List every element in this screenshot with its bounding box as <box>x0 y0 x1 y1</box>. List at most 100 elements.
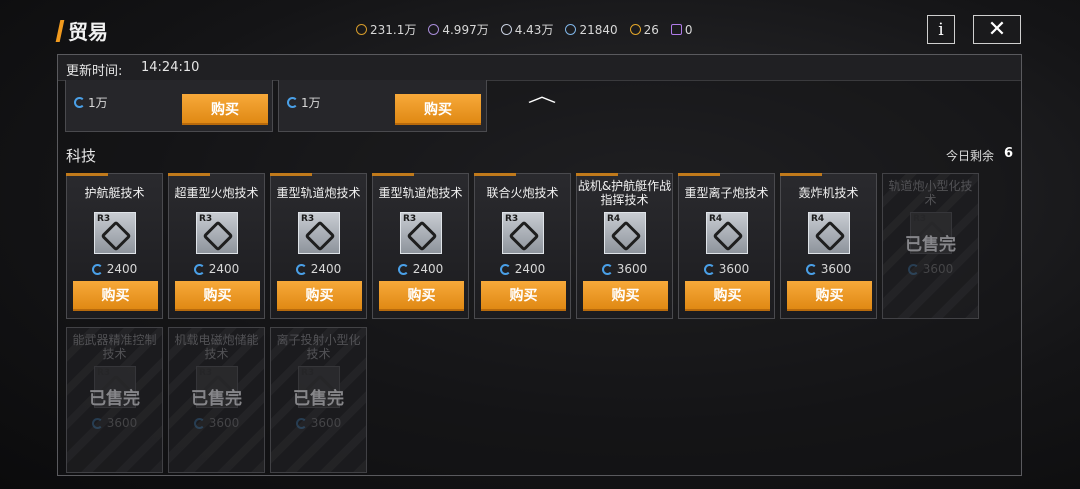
prev-item-card: 1万 购买 <box>65 80 273 132</box>
tier-badge: R4 <box>607 214 621 224</box>
tech-card-sold: 机载电磁炮储能技术 R3 已售完 3600 <box>168 327 265 473</box>
tech-card: 轰炸机技术 R4 3600 购买 <box>780 173 877 319</box>
tier-badge: R3 <box>97 214 111 224</box>
tech-card: 战机&护航艇作战指挥技术 R4 3600 购买 <box>576 173 673 319</box>
buy-button[interactable]: 购买 <box>481 281 566 311</box>
tech-name: 护航艇技术 <box>84 186 145 200</box>
sold-out-label: 已售完 <box>191 389 242 409</box>
purple-coin-icon <box>428 24 440 35</box>
currency-2[interactable]: 4.997万 <box>428 21 489 38</box>
tech-card: 联合火炮技术 R3 2400 购买 <box>474 173 571 319</box>
page-title: 贸易 <box>68 20 108 44</box>
tech-price: 2400 <box>271 262 366 276</box>
tech-card: 护航艇技术 R3 2400 购买 <box>66 173 163 319</box>
blue-ring-icon <box>805 263 817 275</box>
bomber-tech-icon <box>814 220 846 252</box>
card-accent <box>372 173 414 176</box>
tier-badge: R3 <box>97 368 111 378</box>
tech-icon-box[interactable]: R3 <box>94 212 136 254</box>
buy-button[interactable]: 购买 <box>73 281 158 311</box>
tier-badge: R3 <box>301 214 315 224</box>
tech-price: 3600 <box>169 416 264 430</box>
info-button[interactable]: i <box>927 15 955 44</box>
prev-item-price: 1万 <box>287 94 321 111</box>
buy-button[interactable]: 购买 <box>277 281 362 311</box>
tier-badge: R4 <box>811 214 825 224</box>
blue-ring-icon <box>91 263 103 275</box>
tech-name: 能武器精准控制技术 <box>72 333 157 361</box>
top-bar: 贸易 231.1万 4.997万 4.43万 21840 26 0 i ✕ <box>0 0 1080 56</box>
tier-badge: R4 <box>709 214 723 224</box>
close-button[interactable]: ✕ <box>973 15 1021 44</box>
tech-card: 超重型火炮技术 R3 2400 购买 <box>168 173 265 319</box>
gold-badge-icon <box>629 24 641 35</box>
tech-icon-box[interactable]: R3 <box>400 212 442 254</box>
tech-card: 重型轨道炮技术 R3 2400 购买 <box>270 173 367 319</box>
buy-button[interactable]: 购买 <box>685 281 770 311</box>
buy-button[interactable]: 购买 <box>379 281 464 311</box>
tech-icon-box[interactable]: R3 <box>502 212 544 254</box>
update-time: 14:24:10 <box>141 60 200 75</box>
tech-price: 2400 <box>169 262 264 276</box>
ion-cannon-tech-icon <box>712 220 744 252</box>
tech-price: 3600 <box>781 262 876 276</box>
tech-icon-box[interactable]: R4 <box>604 212 646 254</box>
prev-item-price: 1万 <box>74 94 108 111</box>
tech-icon-box[interactable]: R3 <box>196 212 238 254</box>
currency-1[interactable]: 231.1万 <box>356 21 416 38</box>
tech-price: 2400 <box>475 262 570 276</box>
sold-out-label: 已售完 <box>293 389 344 409</box>
tech-price: 3600 <box>271 416 366 430</box>
blue-ring-icon <box>74 97 85 108</box>
buy-button[interactable]: 购买 <box>182 94 268 125</box>
tech-price: 2400 <box>373 262 468 276</box>
blue-ring-icon <box>295 263 307 275</box>
railgun-tech-icon <box>304 220 336 252</box>
prev-item-card: 1万 购买 <box>278 80 487 132</box>
blue-ring-icon <box>287 97 298 108</box>
remain-label: 今日剩余 <box>946 149 995 163</box>
buy-button[interactable]: 购买 <box>787 281 872 311</box>
remain-count: 6 <box>1004 146 1014 161</box>
tech-name: 联合火炮技术 <box>486 186 559 200</box>
update-row: 更新时间: 14:24:10 <box>58 55 1021 81</box>
tech-name: 轨道炮小型化技术 <box>888 179 973 207</box>
card-accent <box>66 173 108 176</box>
ship-tech-icon <box>100 220 132 252</box>
blue-ring-icon <box>295 417 307 429</box>
tier-badge: R3 <box>199 214 213 224</box>
currency-4[interactable]: 21840 <box>565 21 618 38</box>
tech-icon-box[interactable]: R4 <box>808 212 850 254</box>
buy-button[interactable]: 购买 <box>175 281 260 311</box>
tech-name: 重型轨道炮技术 <box>378 186 463 200</box>
collapse-chevron-icon[interactable]: ︿ <box>528 82 557 108</box>
tier-badge: R3 <box>913 214 927 224</box>
blue-ring-icon <box>499 263 511 275</box>
tech-price: 3600 <box>679 262 774 276</box>
tech-icon-box[interactable]: R4 <box>706 212 748 254</box>
buy-button[interactable]: 购买 <box>395 94 481 125</box>
tier-badge: R3 <box>505 214 519 224</box>
blue-ring-icon <box>601 263 613 275</box>
buy-button[interactable]: 购买 <box>583 281 668 311</box>
tech-card-sold: 离子投射小型化技术 R3 已售完 3600 <box>270 327 367 473</box>
tier-badge: R3 <box>199 368 213 378</box>
triangle-coin-icon <box>356 24 367 35</box>
tier-badge: R3 <box>403 214 417 224</box>
currency-5[interactable]: 26 <box>629 21 659 38</box>
tech-card-sold: 轨道炮小型化技术 R3 已售完 3600 <box>882 173 979 319</box>
update-label: 更新时间: <box>66 64 123 79</box>
command-tech-icon <box>610 220 642 252</box>
tier-badge: R3 <box>301 368 315 378</box>
tech-icon-box[interactable]: R3 <box>298 212 340 254</box>
tech-price: 3600 <box>577 262 672 276</box>
currency-6[interactable]: 0 <box>670 21 693 38</box>
sold-out-label: 已售完 <box>905 235 956 255</box>
page-title-wrap: 贸易 <box>55 16 108 45</box>
currency-3[interactable]: 4.43万 <box>500 21 553 38</box>
card-accent <box>780 173 822 176</box>
card-accent <box>474 173 516 176</box>
tech-name: 机载电磁炮储能技术 <box>174 333 259 361</box>
card-accent <box>678 173 720 176</box>
blue-ring-icon <box>703 263 715 275</box>
